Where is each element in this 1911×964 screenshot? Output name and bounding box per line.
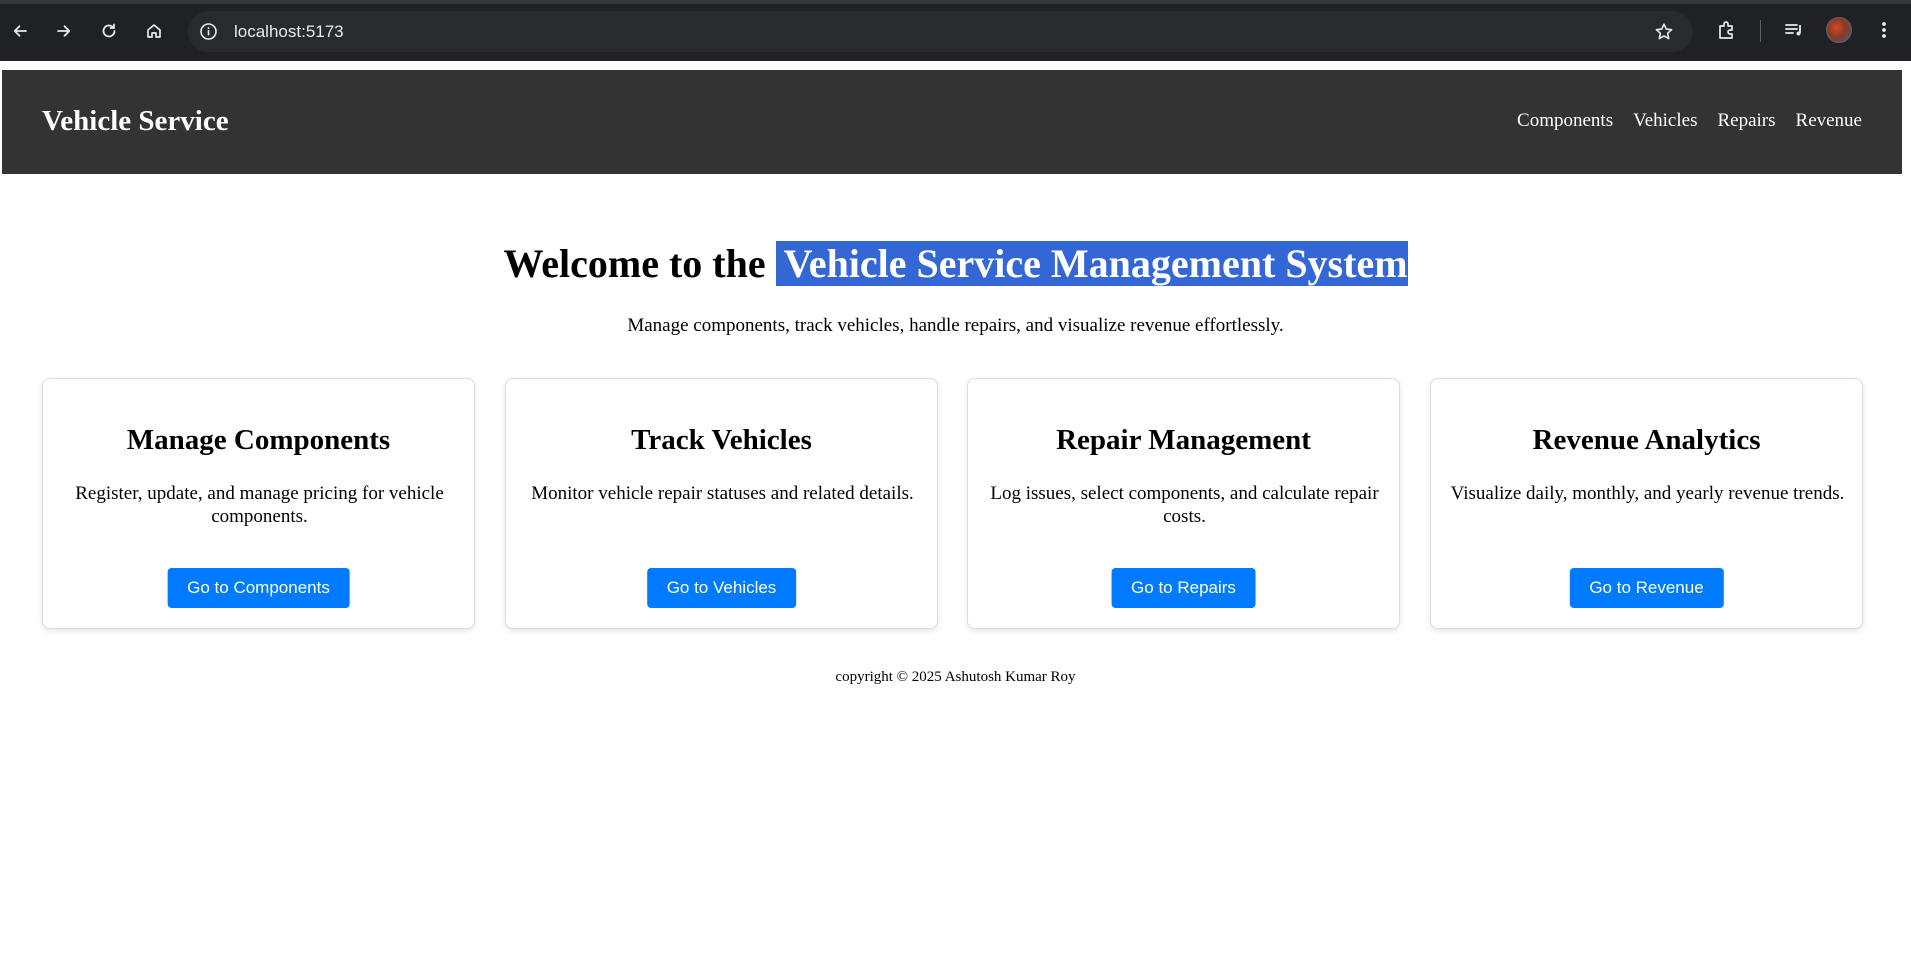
nav-link-revenue[interactable]: Revenue: [1796, 110, 1862, 132]
media-controls-icon[interactable]: [1781, 17, 1807, 43]
nav-link-repairs[interactable]: Repairs: [1717, 110, 1775, 132]
go-to-revenue-button[interactable]: Go to Revenue: [1569, 568, 1724, 608]
card-title: Manage Components: [126, 424, 391, 456]
card-description: Register, update, and manage pricing for…: [75, 483, 444, 527]
card-title: Revenue Analytics: [1532, 424, 1761, 456]
card-description: Visualize daily, monthly, and yearly rev…: [1450, 483, 1845, 504]
page-title-highlight: Vehicle Service Management System: [775, 241, 1408, 286]
footer-copyright: copyright © 2025 Ashutosh Kumar Roy: [835, 669, 1076, 685]
forward-button[interactable]: [47, 14, 81, 48]
page-top-gap: [0, 61, 1911, 70]
back-button[interactable]: [3, 14, 37, 48]
page-subtitle: Manage components, track vehicles, handl…: [627, 315, 1284, 336]
avatar[interactable]: [1826, 17, 1852, 43]
page-title: Welcome to the Vehicle Service Managemen…: [0, 240, 1911, 288]
reload-icon: [102, 23, 116, 38]
nav-link-vehicles[interactable]: Vehicles: [1633, 110, 1697, 132]
more-icon[interactable]: [1871, 17, 1897, 43]
extensions-icon[interactable]: [1714, 17, 1740, 43]
go-to-repairs-button[interactable]: Go to Repairs: [1111, 568, 1256, 608]
card-description: Monitor vehicle repair statuses and rela…: [531, 483, 914, 504]
home-button[interactable]: [137, 14, 171, 48]
address-bar[interactable]: localhost:5173: [188, 11, 1693, 52]
go-to-components-button[interactable]: Go to Components: [167, 568, 350, 608]
page-title-plain: Welcome to the: [503, 241, 766, 286]
card-title: Repair Management: [1056, 424, 1311, 456]
tab-strip: [0, 0, 1911, 4]
card-vehicles: Track Vehicles Monitor vehicle repair st…: [505, 378, 938, 629]
back-icon: [13, 25, 27, 37]
info-icon[interactable]: [198, 21, 219, 42]
nav-links: Components Vehicles Repairs Revenue: [1517, 110, 1862, 132]
home-icon: [147, 24, 161, 38]
forward-icon: [57, 25, 71, 37]
url-text[interactable]: localhost:5173: [234, 21, 344, 42]
reload-button[interactable]: [92, 14, 126, 48]
nav-link-components[interactable]: Components: [1517, 110, 1613, 132]
card-repairs: Repair Management Log issues, select com…: [967, 378, 1400, 629]
toolbar-divider: [1760, 20, 1761, 42]
brand-title[interactable]: Vehicle Service: [42, 104, 229, 138]
star-icon[interactable]: [1653, 21, 1675, 43]
card-components: Manage Components Register, update, and …: [42, 378, 475, 629]
browser-toolbar: localhost:5173: [0, 0, 1911, 61]
card-revenue: Revenue Analytics Visualize daily, month…: [1430, 378, 1863, 629]
go-to-vehicles-button[interactable]: Go to Vehicles: [646, 568, 797, 608]
card-description: Log issues, select components, and calcu…: [990, 483, 1379, 527]
card-title: Track Vehicles: [631, 424, 812, 456]
app-navbar: Vehicle Service Components Vehicles Repa…: [2, 70, 1902, 174]
